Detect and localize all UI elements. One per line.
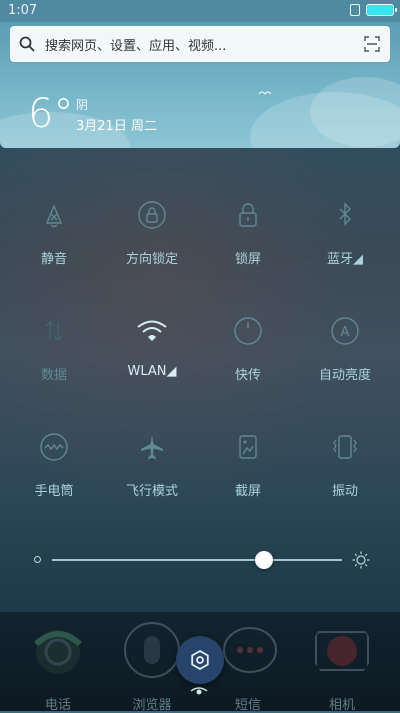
toggle-label: WLAN◢ xyxy=(127,364,177,379)
mobile-data-icon xyxy=(45,321,63,341)
toggle-label: 手电筒 xyxy=(34,484,74,499)
dock-app-label: 相机 xyxy=(328,698,355,713)
toggle-quick-transfer[interactable]: 快传 xyxy=(208,314,288,383)
weather-condition: 阴 xyxy=(76,98,89,112)
weather-date: 3月21日 周二 xyxy=(76,119,157,134)
toggle-lock-screen[interactable]: 锁屏 xyxy=(208,198,288,267)
brightness-control xyxy=(34,549,370,571)
dock-app-camera[interactable]: 相机 xyxy=(302,620,382,713)
toggle-label: 锁屏 xyxy=(234,252,261,267)
settings-button[interactable] xyxy=(176,636,224,684)
birds-decoration xyxy=(258,88,272,99)
brightness-low-icon xyxy=(34,556,41,563)
toggle-screenshot[interactable]: 截屏 xyxy=(208,430,288,499)
flashlight-icon xyxy=(40,433,68,461)
rotation-lock-icon xyxy=(138,201,166,229)
brightness-slider-thumb[interactable] xyxy=(254,551,273,569)
toggle-vibrate[interactable]: 振动 xyxy=(305,430,385,499)
airplane-icon xyxy=(141,435,163,459)
silent-bell-icon xyxy=(45,204,63,228)
quick-transfer-icon xyxy=(234,317,262,345)
toggle-label: 自动亮度 xyxy=(318,368,371,383)
dock-app-label: 浏览器 xyxy=(132,698,172,713)
battery-icon xyxy=(366,4,397,16)
toggle-flashlight[interactable]: 手电筒 xyxy=(14,430,94,499)
dock-app-label: 电话 xyxy=(44,698,71,713)
search-icon xyxy=(19,36,35,52)
settings-hex-icon xyxy=(191,649,209,671)
wifi-icon xyxy=(137,320,167,341)
message-icon xyxy=(223,627,277,673)
toggle-label: 快传 xyxy=(234,368,261,383)
brightness-high-icon xyxy=(352,551,370,569)
status-bar: 1:07 xyxy=(0,0,400,22)
phone-icon xyxy=(33,630,83,674)
toggle-wlan[interactable]: WLAN◢ xyxy=(112,314,192,379)
toggle-label: 静音 xyxy=(40,252,67,267)
toggle-rotation-lock[interactable]: 方向锁定 xyxy=(112,198,192,267)
camera-icon xyxy=(315,631,369,671)
toggle-label: 截屏 xyxy=(234,484,261,499)
brightness-slider[interactable] xyxy=(52,559,342,561)
vibrate-icon xyxy=(333,435,357,459)
lock-icon xyxy=(239,203,257,227)
toggle-label: 数据 xyxy=(40,368,67,383)
status-time: 1:07 xyxy=(8,3,38,18)
scan-icon[interactable] xyxy=(364,36,380,52)
toggle-silent[interactable]: 静音 xyxy=(14,198,94,267)
svg-text:A: A xyxy=(341,325,350,340)
auto-brightness-icon: A xyxy=(331,317,359,345)
weather-header: 搜索网页、设置、应用、视频... 6° 阴 3月21日 周二 xyxy=(0,22,400,148)
toggle-label: 蓝牙◢ xyxy=(327,252,363,267)
search-input[interactable]: 搜索网页、设置、应用、视频... xyxy=(45,35,226,54)
temperature: 6° xyxy=(28,91,74,137)
bluetooth-icon xyxy=(339,202,351,226)
vibrate-mode-icon xyxy=(350,4,360,16)
browser-icon xyxy=(124,622,180,678)
toggle-airplane[interactable]: 飞行模式 xyxy=(112,430,192,499)
status-icons xyxy=(350,4,397,16)
toggle-auto-brightness[interactable]: A 自动亮度 xyxy=(305,314,385,383)
toggle-bluetooth[interactable]: 蓝牙◢ xyxy=(305,198,385,267)
toggle-label: 方向锁定 xyxy=(125,252,178,267)
dock-app-phone[interactable]: 电话 xyxy=(18,620,98,713)
eye-icon[interactable] xyxy=(189,686,209,696)
search-bar[interactable]: 搜索网页、设置、应用、视频... xyxy=(10,26,390,62)
toggle-label: 飞行模式 xyxy=(125,484,178,499)
dock-app-label: 短信 xyxy=(234,698,261,713)
screenshot-icon xyxy=(239,435,257,459)
toggle-label: 振动 xyxy=(331,484,358,499)
toggle-mobile-data[interactable]: 数据 xyxy=(14,314,94,383)
